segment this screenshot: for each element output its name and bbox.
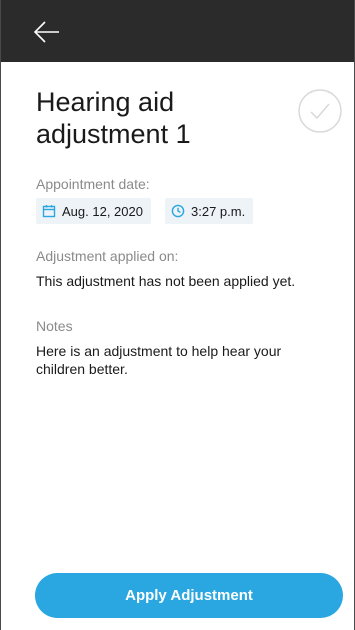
applied-status-indicator — [297, 88, 343, 134]
arrow-left-icon — [33, 21, 59, 43]
title-line-2: adjustment 1 — [36, 119, 191, 149]
adjustment-applied-label: Adjustment applied on: — [36, 248, 179, 264]
apply-adjustment-button[interactable]: Apply Adjustment — [35, 573, 343, 618]
appointment-date-value: Aug. 12, 2020 — [62, 203, 143, 219]
appointment-date-chip: Aug. 12, 2020 — [36, 198, 151, 224]
appointment-time-chip: 3:27 p.m. — [165, 198, 254, 224]
check-circle-icon — [298, 89, 342, 133]
notes-label: Notes — [36, 318, 73, 334]
appointment-date-label: Appointment date: — [36, 176, 150, 192]
appointment-time-value: 3:27 p.m. — [191, 203, 246, 219]
adjustment-applied-value: This adjustment has not been applied yet… — [36, 273, 296, 289]
calendar-icon — [42, 205, 56, 218]
top-app-bar — [1, 0, 354, 62]
clock-icon — [171, 204, 185, 218]
page-title: Hearing aid adjustment 1 — [36, 86, 286, 150]
title-line-1: Hearing aid — [36, 87, 175, 117]
back-button[interactable] — [27, 18, 67, 46]
app-screen: Hearing aid adjustment 1 Appointment dat… — [0, 0, 355, 630]
notes-value: Here is an adjustment to help hear your … — [36, 343, 282, 377]
